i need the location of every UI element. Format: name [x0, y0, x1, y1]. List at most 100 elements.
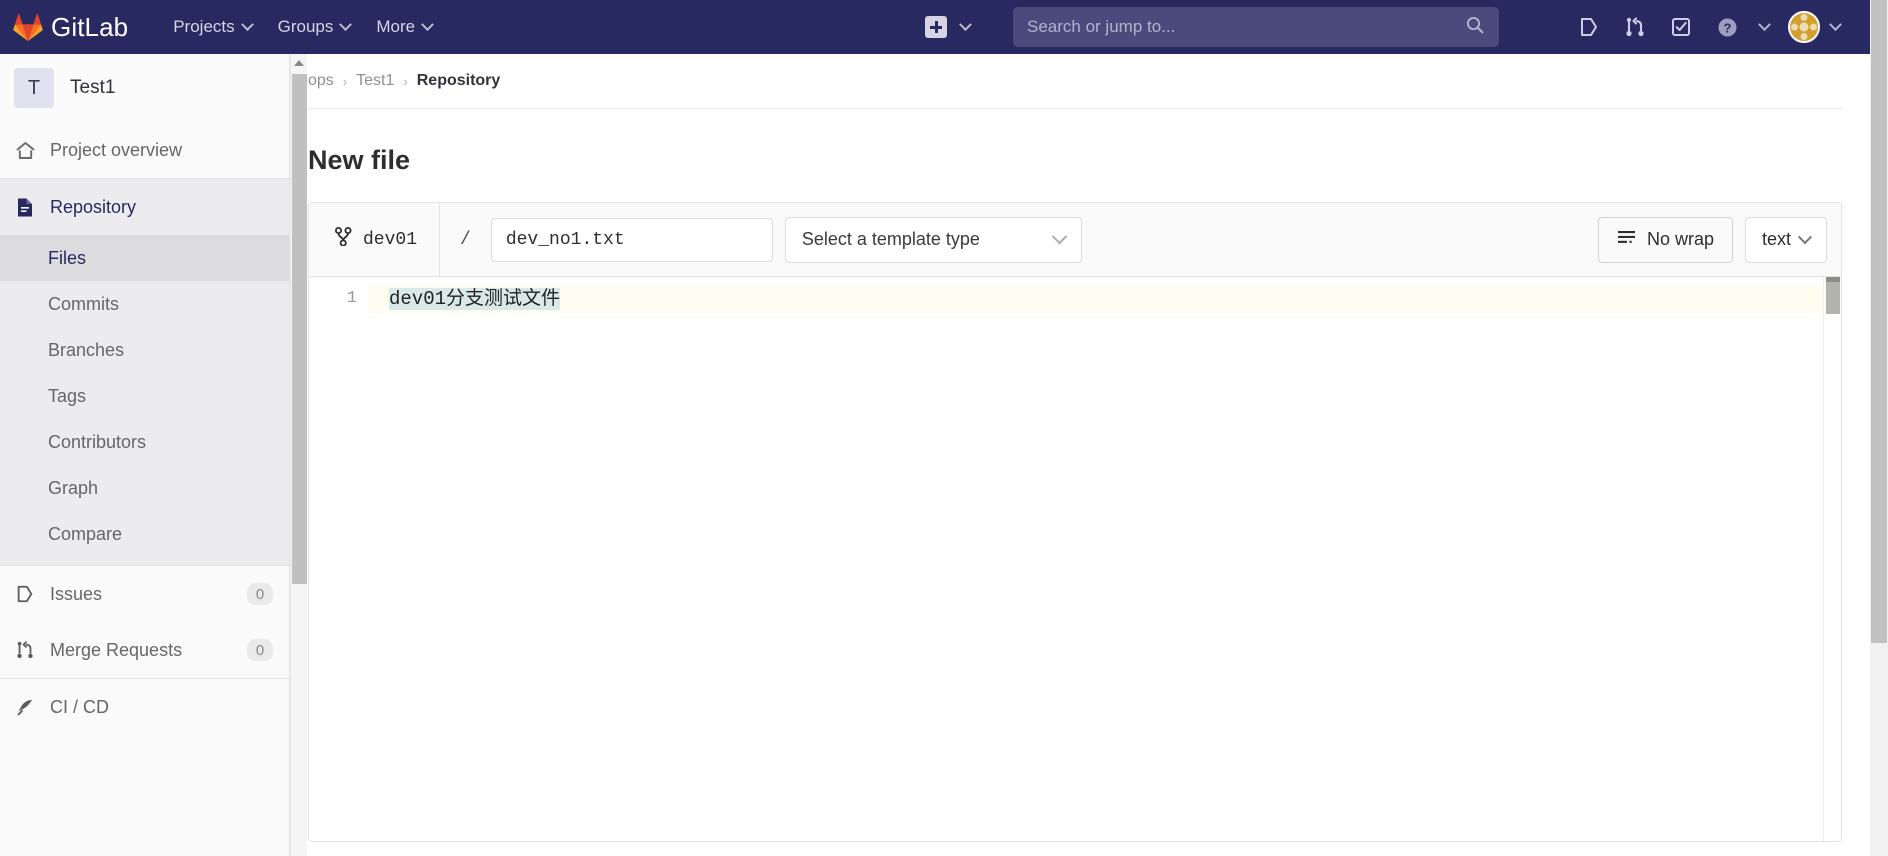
no-wrap-label: No wrap — [1646, 229, 1714, 249]
page-title: New file — [308, 145, 411, 175]
sidebar-item-repository[interactable]: Repository — [0, 179, 289, 235]
code-line-1[interactable]: dev01分支测试文件 — [367, 285, 1841, 313]
issues-icon — [14, 584, 36, 604]
project-avatar: T — [14, 68, 54, 108]
rocket-icon — [14, 697, 36, 718]
navbar-left-group: GitLab Projects Groups More — [0, 0, 445, 54]
chevron-down-icon — [421, 17, 434, 31]
issues-count-badge: 0 — [247, 583, 273, 605]
branch-indicator: dev01 — [309, 203, 439, 276]
branch-icon — [335, 227, 352, 252]
help-icon[interactable]: ? — [1704, 0, 1750, 54]
sidebar-subitem-label: Compare — [48, 523, 123, 544]
merge-requests-icon[interactable] — [1612, 0, 1658, 54]
navbar-create-group — [925, 0, 972, 54]
merge-requests-count-badge: 0 — [247, 639, 273, 661]
main-content: ops › Test1 › Repository New file dev01 … — [308, 54, 1870, 856]
top-navbar: GitLab Projects Groups More Search or ju… — [0, 0, 1870, 54]
avatar[interactable] — [1778, 0, 1822, 54]
sidebar-subitem-files[interactable]: Files — [0, 235, 289, 281]
no-wrap-button[interactable]: No wrap — [1597, 216, 1733, 263]
document-icon — [14, 197, 36, 218]
sidebar-subitem-label: Graph — [48, 477, 99, 498]
sidebar-subitem-tags[interactable]: Tags — [0, 373, 289, 419]
sidebar-item-label: Merge Requests — [50, 639, 183, 660]
sidebar-scrollbar[interactable] — [290, 54, 307, 856]
sidebar-item-label: Repository — [50, 196, 137, 217]
merge-requests-icon — [14, 640, 36, 660]
nav-more-label: More — [376, 17, 416, 36]
editor-mode-select[interactable]: text — [1744, 216, 1827, 263]
template-type-select[interactable]: Select a template type — [784, 216, 1082, 263]
sidebar-subitem-compare[interactable]: Compare — [0, 511, 289, 557]
help-chevron-down-icon[interactable] — [1750, 0, 1778, 54]
search-box[interactable] — [1013, 7, 1499, 47]
search-icon — [1465, 15, 1485, 40]
chevron-right-icon: › — [403, 73, 408, 89]
chevron-down-icon[interactable] — [959, 17, 972, 31]
sidebar-subitem-commits[interactable]: Commits — [0, 281, 289, 327]
breadcrumb-item-test1[interactable]: Test1 — [356, 72, 394, 90]
nav-groups-label: Groups — [277, 17, 334, 36]
chevron-down-icon — [240, 17, 254, 31]
sidebar-item-ci-cd[interactable]: CI / CD — [0, 679, 289, 735]
line-number-gutter: 1 — [309, 277, 367, 841]
sidebar-subitem-label: Contributors — [48, 431, 147, 452]
todos-icon[interactable] — [1658, 0, 1704, 54]
project-name: Test1 — [70, 77, 116, 98]
sidebar-subitem-label: Commits — [48, 293, 119, 314]
sidebar-subitem-branches[interactable]: Branches — [0, 327, 289, 373]
sidebar-item-issues[interactable]: Issues 0 — [0, 566, 289, 622]
editor-scrollbar-thumb[interactable] — [1826, 282, 1840, 314]
sidebar-item-label: Project overview — [50, 139, 183, 160]
breadcrumb-item-repository: Repository — [416, 72, 501, 89]
scroll-up-arrow-icon[interactable] — [291, 54, 307, 71]
sidebar-project-header[interactable]: T Test1 — [0, 54, 289, 122]
nav-groups[interactable]: Groups — [265, 0, 364, 54]
file-editor-toolbar: dev01 / Select a template type — [309, 203, 1841, 277]
chevron-down-icon — [1051, 228, 1068, 245]
home-icon — [14, 140, 36, 161]
gitlab-logo-icon[interactable] — [13, 12, 43, 42]
template-type-label: Select a template type — [801, 229, 980, 249]
code-lines[interactable]: dev01分支测试文件 — [367, 277, 1841, 841]
code-line-text[interactable]: dev01分支测试文件 — [389, 288, 561, 310]
sidebar-subitem-graph[interactable]: Graph — [0, 465, 289, 511]
line-number: 1 — [346, 289, 357, 308]
sidebar-scrollbar-thumb[interactable] — [292, 74, 307, 584]
file-editor: dev01 / Select a template type — [308, 202, 1842, 842]
nav-projects-label: Projects — [173, 17, 235, 36]
sidebar-item-project-overview[interactable]: Project overview — [0, 122, 289, 178]
sidebar-subitem-label: Files — [48, 247, 87, 268]
brand-name[interactable]: GitLab — [51, 14, 128, 40]
sidebar-item-label: Issues — [50, 583, 103, 604]
editor-scrollbar[interactable] — [1823, 277, 1841, 841]
path-separator: / — [439, 203, 491, 276]
sidebar-repository-subnav: Files Commits Branches Tags Contributors… — [0, 235, 289, 565]
editor-mode-label: text — [1761, 229, 1791, 249]
nav-more[interactable]: More — [363, 0, 445, 54]
chevron-down-icon — [1797, 229, 1813, 244]
code-editor-area[interactable]: 1 dev01分支测试文件 — [309, 277, 1841, 841]
breadcrumb-item-ops[interactable]: ops — [308, 72, 334, 90]
user-chevron-down-icon[interactable] — [1822, 0, 1848, 54]
page-scrollbar[interactable] — [1870, 0, 1888, 856]
sidebar-item-merge-requests[interactable]: Merge Requests 0 — [0, 622, 289, 678]
navbar-right-group: ? — [1566, 0, 1848, 54]
breadcrumb: ops › Test1 › Repository — [308, 54, 1842, 109]
no-wrap-icon — [1617, 229, 1636, 250]
branch-name: dev01 — [363, 229, 418, 250]
file-name-input[interactable] — [490, 217, 773, 262]
search-input[interactable] — [1013, 17, 1465, 37]
issues-icon[interactable] — [1566, 0, 1612, 54]
sidebar-item-label: CI / CD — [50, 696, 110, 717]
sidebar-subitem-label: Branches — [48, 339, 125, 360]
page-scrollbar-thumb[interactable] — [1871, 0, 1887, 643]
chevron-right-icon: › — [342, 73, 348, 89]
svg-text:?: ? — [1723, 20, 1731, 35]
plus-square-icon[interactable] — [925, 16, 947, 38]
sidebar-subitem-contributors[interactable]: Contributors — [0, 419, 289, 465]
chevron-down-icon — [339, 17, 353, 31]
nav-projects[interactable]: Projects — [160, 0, 264, 54]
editor-toolbar-right: No wrap text — [1597, 216, 1827, 263]
